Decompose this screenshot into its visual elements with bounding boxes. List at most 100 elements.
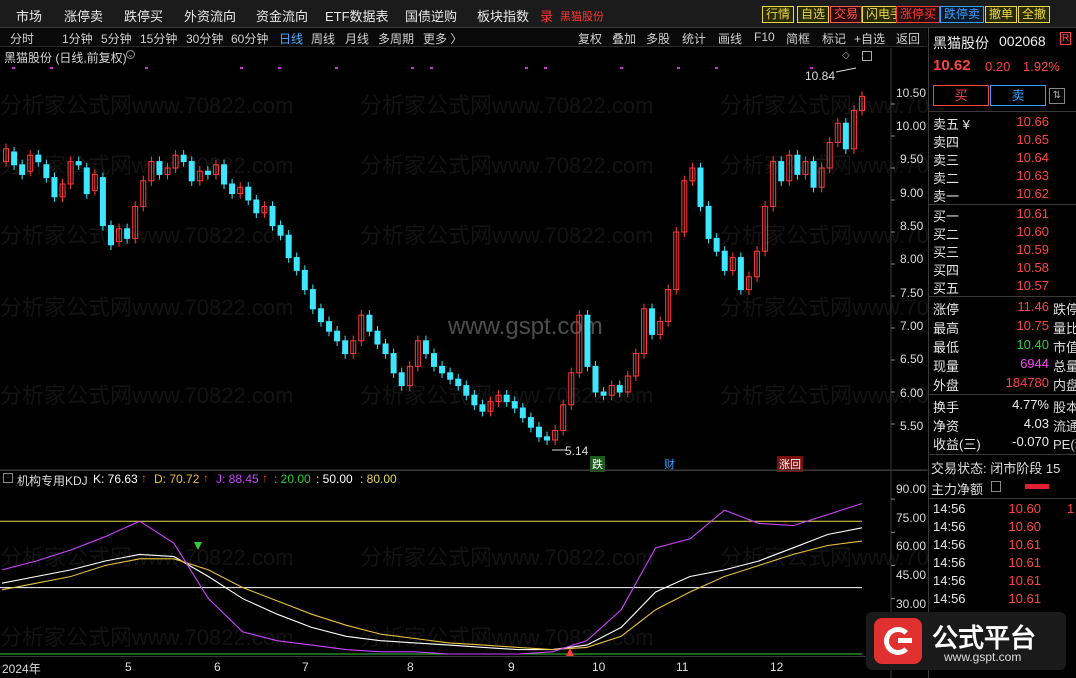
candle-body xyxy=(11,151,18,166)
event-dot xyxy=(715,67,718,69)
cancel-all-button[interactable]: 全撤 xyxy=(1018,6,1051,23)
candle-body xyxy=(471,394,478,406)
stock-name: 黑猫股份 xyxy=(933,35,989,51)
up-arrow-icon: ↑ xyxy=(141,471,147,485)
period-15min[interactable]: 15分钟 xyxy=(140,30,177,47)
tool-add-watch[interactable]: +自选 xyxy=(854,30,885,47)
buy-button[interactable]: 买 xyxy=(933,85,989,106)
candle-body xyxy=(535,426,542,438)
menu-foreign-flow[interactable]: 外资流向 xyxy=(184,6,236,25)
tool-multi-stock[interactable]: 多股 xyxy=(646,30,670,47)
period-daily[interactable]: 日线 xyxy=(279,30,303,47)
divider xyxy=(929,498,1076,499)
event-dot xyxy=(677,67,680,69)
kdj-axis-label: 90.00 xyxy=(896,482,927,496)
stat-low: 最低 10.40 市值 xyxy=(933,337,1076,355)
tool-f10[interactable]: F10 xyxy=(754,30,775,44)
tool-back[interactable]: 返回 xyxy=(896,30,920,47)
menu-sector-index[interactable]: 板块指数 xyxy=(477,6,529,25)
limit-up-buy-button[interactable]: 涨停买 xyxy=(896,6,941,23)
cancel-order-button[interactable]: 撤单 xyxy=(985,6,1018,23)
candle-body xyxy=(35,154,42,163)
menu-limit-up-sell[interactable]: 涨停卖 xyxy=(64,6,103,25)
trade-button[interactable]: 交易 xyxy=(830,6,863,23)
period-more[interactable]: 更多 〉 xyxy=(423,30,462,47)
menu-market[interactable]: 市场 xyxy=(16,6,42,25)
period-multi[interactable]: 多周期 xyxy=(378,30,414,47)
candle-body xyxy=(463,385,470,396)
buy-level-1: 买一 10.61 xyxy=(933,206,1049,224)
period-60min[interactable]: 60分钟 xyxy=(231,30,268,47)
month-label: 7 xyxy=(302,660,309,674)
event-dot xyxy=(12,67,15,69)
expand-icon[interactable]: ⇅ xyxy=(1049,88,1065,104)
candle-body xyxy=(374,330,381,345)
kdj-settings-icon[interactable] xyxy=(3,473,13,483)
up-arrow-icon: ↑ xyxy=(203,471,209,485)
period-1min[interactable]: 1分钟 xyxy=(62,30,93,47)
kdj-axis-label: 75.00 xyxy=(896,511,927,525)
period-tick[interactable]: 分时 xyxy=(10,30,34,47)
tool-draw[interactable]: 画线 xyxy=(718,30,742,47)
candle-body xyxy=(600,391,607,396)
high-label: 10.84 xyxy=(805,69,836,83)
kdj-line-d xyxy=(1,540,863,651)
candle-body xyxy=(544,436,551,441)
period-weekly[interactable]: 周线 xyxy=(311,30,335,47)
watchlist-button[interactable]: 自选 xyxy=(797,6,830,23)
candle-body xyxy=(245,186,252,201)
main-flow-label[interactable]: 主力净额 xyxy=(931,479,983,498)
menu-limit-down-buy[interactable]: 跌停买 xyxy=(124,6,163,25)
candle-body xyxy=(439,365,446,374)
tool-overlay[interactable]: 叠加 xyxy=(612,30,636,47)
tool-mark[interactable]: 标记 xyxy=(822,30,846,47)
stat-current-volume: 现量 6944 总量 xyxy=(933,356,1076,374)
candle-body xyxy=(19,164,26,175)
app-window: { "menu": { "items": ["市场","涨停卖","跌停买","… xyxy=(0,0,1076,678)
kdj-line-j xyxy=(1,502,863,655)
candle-body xyxy=(301,269,308,291)
candle-body xyxy=(455,378,462,387)
tool-simple-frame[interactable]: 简框 xyxy=(786,30,810,47)
candle-body xyxy=(75,161,82,166)
event-dot xyxy=(145,67,148,69)
price-change-pct: 1.92% xyxy=(1023,59,1060,74)
menu-capital-flow[interactable]: 资金流向 xyxy=(256,6,308,25)
divider xyxy=(929,111,1076,112)
candle-body xyxy=(293,257,300,271)
limit-down-sell-button[interactable]: 跌停卖 xyxy=(940,6,985,23)
candle-body xyxy=(180,154,187,163)
period-monthly[interactable]: 月线 xyxy=(345,30,369,47)
candle-body xyxy=(188,161,195,182)
sell-level-4: 卖四 10.65 xyxy=(933,132,1049,150)
candle-body xyxy=(584,314,591,367)
gspt-logo: 公式平台 www.gspt.com xyxy=(866,612,1066,670)
current-price: 10.62 xyxy=(933,57,971,74)
kdj-line-k xyxy=(1,527,863,651)
candle-body xyxy=(309,289,316,310)
tick-row: 14:5610.60 xyxy=(933,519,1041,534)
tick-row: 14:56 10.61 xyxy=(933,537,1041,552)
kdj-name[interactable]: 机构专用KDJ xyxy=(17,472,88,489)
quote-button[interactable]: 行情 xyxy=(762,6,795,23)
kdj-axis-label: 45.00 xyxy=(896,568,927,582)
kdj-line-50: : 50.00 xyxy=(316,472,353,486)
candle-body xyxy=(382,343,389,355)
candle-body xyxy=(204,170,211,175)
tool-stats[interactable]: 统计 xyxy=(682,30,706,47)
period-5min[interactable]: 5分钟 xyxy=(101,30,132,47)
tool-adjust[interactable]: 复权 xyxy=(578,30,602,47)
low-label: 5.14 xyxy=(565,444,589,458)
price-axis-label: 10.00 xyxy=(896,119,927,133)
period-30min[interactable]: 30分钟 xyxy=(186,30,223,47)
list-icon[interactable] xyxy=(991,481,1001,492)
sell-signal-arrow-icon xyxy=(194,542,202,550)
menu-etf-table[interactable]: ETF数据表 xyxy=(325,6,389,25)
menu-repo[interactable]: 国债逆购 xyxy=(405,6,457,25)
event-dot xyxy=(411,67,414,69)
sell-button[interactable]: 卖 xyxy=(990,85,1046,106)
buy-level-3: 买三 10.59 xyxy=(933,242,1049,260)
sell-level-5: 卖五 ¥10.66 xyxy=(933,114,1049,132)
kdj-d-value: D: 70.72 xyxy=(154,472,200,486)
candle-body xyxy=(778,161,785,182)
